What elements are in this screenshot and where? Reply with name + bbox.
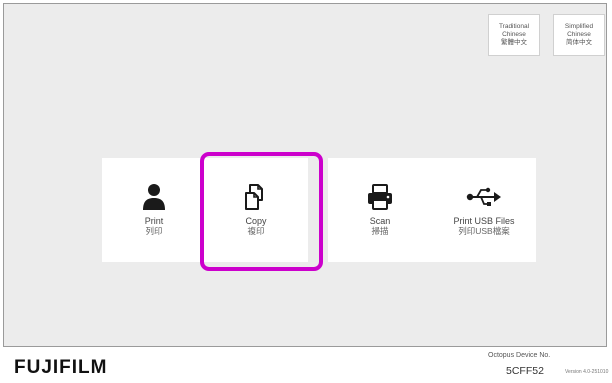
- fujifilm-logo: FUJIFILM: [14, 357, 108, 378]
- traditional-chinese-button[interactable]: Traditional Chinese 繁體中文: [488, 14, 540, 56]
- screen-frame: Traditional Chinese 繁體中文 Simplified Chin…: [3, 3, 607, 347]
- lang-label-line2: Chinese: [502, 31, 526, 38]
- print-usb-label: Print USB Files: [453, 216, 515, 226]
- device-number-label: Octopus Device No.: [488, 352, 551, 359]
- copy-sublabel: 複印: [247, 226, 265, 236]
- copy-tile[interactable]: Copy 複印: [204, 158, 308, 262]
- scan-label: Scan: [369, 216, 391, 226]
- version-text: Version 4.0-251010: [565, 369, 609, 375]
- lang-label-line1: Traditional: [498, 23, 530, 30]
- lang-label-line1: Simplified: [564, 23, 594, 30]
- print-sublabel: 列印: [145, 226, 163, 236]
- device-number-value: 5CFF52: [506, 365, 544, 377]
- simplified-chinese-button[interactable]: Simplified Chinese 简体中文: [553, 14, 605, 56]
- copy-icon: [243, 180, 269, 214]
- print-usb-sublabel: 列印USB檔案: [458, 226, 510, 236]
- print-usb-tile[interactable]: Print USB Files 列印USB檔案: [432, 158, 536, 262]
- print-label: Print: [144, 216, 164, 226]
- lang-label-line2: Chinese: [567, 31, 591, 38]
- person-icon: [142, 180, 166, 214]
- printer-icon: [366, 180, 394, 214]
- scan-sublabel: 掃描: [371, 226, 389, 236]
- usb-icon: [466, 180, 502, 214]
- lang-label-line3: 繁體中文: [501, 39, 527, 46]
- print-tile[interactable]: Print 列印: [102, 158, 206, 262]
- scan-tile[interactable]: Scan 掃描: [328, 158, 432, 262]
- lang-label-line3: 简体中文: [566, 39, 592, 46]
- copy-label: Copy: [245, 216, 267, 226]
